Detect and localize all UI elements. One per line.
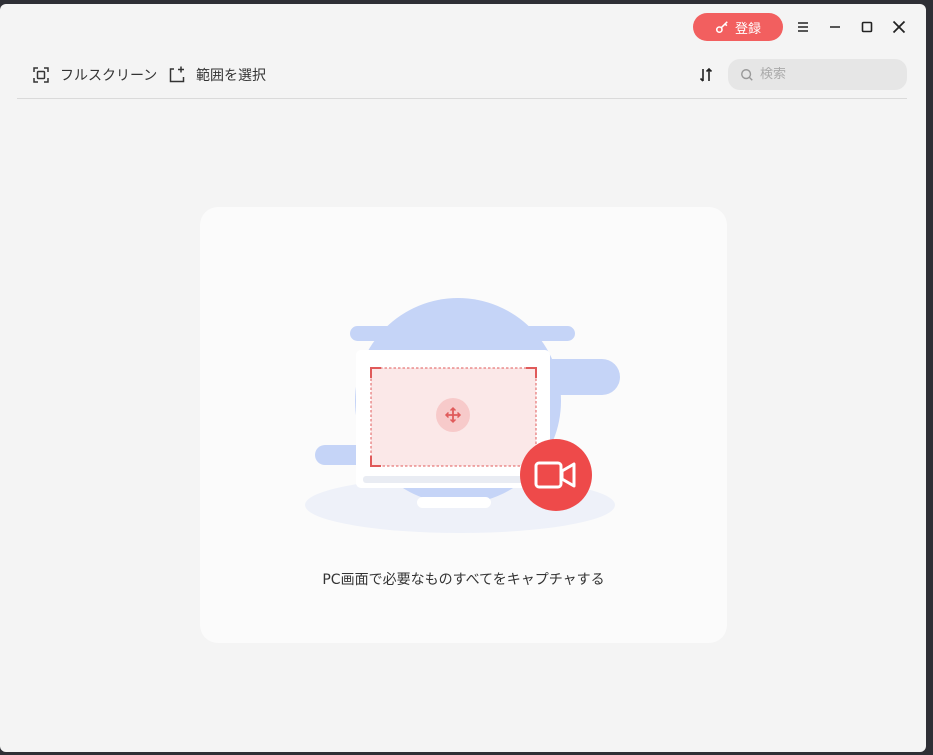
key-icon (715, 21, 728, 34)
minimize-icon (830, 26, 840, 28)
fullscreen-label: フルスクリーン (60, 68, 158, 84)
close-button[interactable] (886, 14, 912, 40)
menu-button[interactable] (790, 14, 816, 40)
fullscreen-icon (33, 67, 49, 83)
search-box[interactable] (728, 59, 907, 90)
register-label: 登録 (734, 21, 761, 37)
region-select-icon (169, 66, 185, 83)
hamburger-icon (798, 22, 808, 32)
empty-state-card: PC画面で必要なものすべてをキャプチャする (200, 207, 727, 643)
close-icon (892, 20, 906, 34)
fullscreen-button[interactable]: フルスクリーン (32, 60, 157, 90)
search-icon (741, 68, 753, 81)
app-window: 登録 フルスクリーン 範囲を選択 検索 PC画面で必要なものすべてをキャプチャす… (0, 4, 926, 752)
register-button[interactable]: 登録 (693, 13, 783, 41)
select-region-button[interactable]: 範囲を選択 (168, 60, 266, 90)
screen-capture-illustration (305, 298, 620, 533)
search-input[interactable] (760, 67, 900, 82)
maximize-button[interactable] (854, 14, 880, 40)
toolbar-divider (17, 98, 907, 99)
sort-button[interactable] (694, 63, 718, 87)
sort-icon (699, 67, 713, 82)
minimize-button[interactable] (822, 14, 848, 40)
maximize-icon (861, 21, 873, 33)
region-label: 範囲を選択 (196, 68, 266, 84)
empty-state-caption: PC画面で必要なものすべてをキャプチャする (322, 572, 605, 588)
